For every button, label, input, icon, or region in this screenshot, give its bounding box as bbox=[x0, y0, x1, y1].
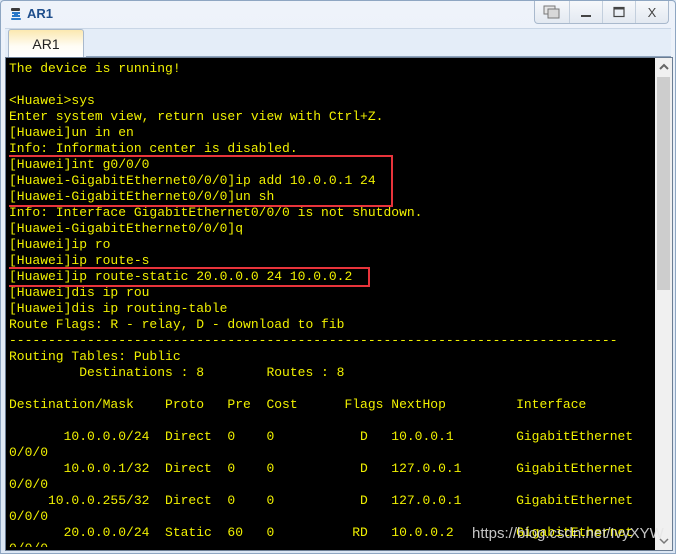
terminal-line: 0/0/0 bbox=[9, 445, 49, 460]
terminal-line: 0/0/0 bbox=[9, 509, 49, 524]
terminal-line: Routing Tables: Public bbox=[9, 349, 181, 364]
title-bar[interactable]: AR1 X bbox=[1, 1, 675, 28]
tab-label: AR1 bbox=[32, 35, 60, 52]
terminal-line: [Huawei]un in en bbox=[9, 125, 134, 140]
terminal-line: ----------------------------------------… bbox=[9, 333, 618, 348]
vertical-scrollbar[interactable] bbox=[655, 58, 672, 550]
terminal-line: 0/0/0 bbox=[9, 477, 49, 492]
close-icon: X bbox=[647, 4, 657, 20]
window-controls: X bbox=[534, 1, 669, 24]
chevron-up-icon bbox=[658, 63, 669, 70]
router-app-icon bbox=[11, 8, 21, 20]
highlight-box-interface-config bbox=[9, 155, 393, 207]
terminal-line: [Huawei-GigabitEthernet0/0/0]q bbox=[9, 221, 244, 236]
terminal-line: [Huawei]dis ip routing-table bbox=[9, 301, 228, 316]
scroll-thumb[interactable] bbox=[657, 77, 670, 290]
maximize-button[interactable] bbox=[602, 1, 635, 23]
maximize-icon bbox=[613, 6, 625, 18]
console-panel: The device is running! <Huawei>sys Enter s… bbox=[5, 57, 673, 551]
highlight-box-static-route bbox=[9, 267, 370, 287]
terminal-line: The device is running! bbox=[9, 61, 181, 76]
terminal-line: <Huawei>sys bbox=[9, 93, 95, 108]
terminal-line: 10.0.0.0/24 Direct 0 0 D 10.0.0.1 Gigabi… bbox=[9, 429, 634, 444]
app-window: AR1 X AR1 The device is running! <Huawei… bbox=[0, 0, 676, 554]
terminal-output[interactable]: The device is running! <Huawei>sys Enter s… bbox=[9, 61, 652, 547]
terminal-line: Info: Interface GigabitEthernet0/0/0 is … bbox=[9, 205, 423, 220]
close-button[interactable]: X bbox=[635, 1, 668, 23]
restore-button[interactable] bbox=[535, 1, 569, 23]
window-title: AR1 bbox=[27, 6, 54, 21]
terminal-line: 10.0.0.255/32 Direct 0 0 D 127.0.0.1 Gig… bbox=[9, 493, 634, 508]
minimize-icon bbox=[581, 15, 591, 17]
terminal-line: Destinations : 8 Routes : 8 bbox=[9, 365, 345, 380]
tab-ar1[interactable]: AR1 bbox=[8, 29, 84, 57]
terminal-line: Destination/Mask Proto Pre Cost Flags Ne… bbox=[9, 397, 587, 412]
terminal-line: 10.0.0.1/32 Direct 0 0 D 127.0.0.1 Gigab… bbox=[9, 461, 634, 476]
minimize-button[interactable] bbox=[569, 1, 602, 23]
terminal-line: Route Flags: R - relay, D - download to … bbox=[9, 317, 345, 332]
watermark-text: https://blog.csdn.net/IvyXYW bbox=[472, 525, 664, 542]
terminal-line: Enter system view, return user view with… bbox=[9, 109, 384, 124]
tab-strip: AR1 bbox=[5, 28, 671, 58]
terminal-line: [Huawei]dis ip rou bbox=[9, 285, 150, 300]
restore-windows-icon bbox=[543, 5, 560, 19]
terminal-line: [Huawei]ip ro bbox=[9, 237, 111, 252]
scroll-up-button[interactable] bbox=[655, 58, 672, 75]
